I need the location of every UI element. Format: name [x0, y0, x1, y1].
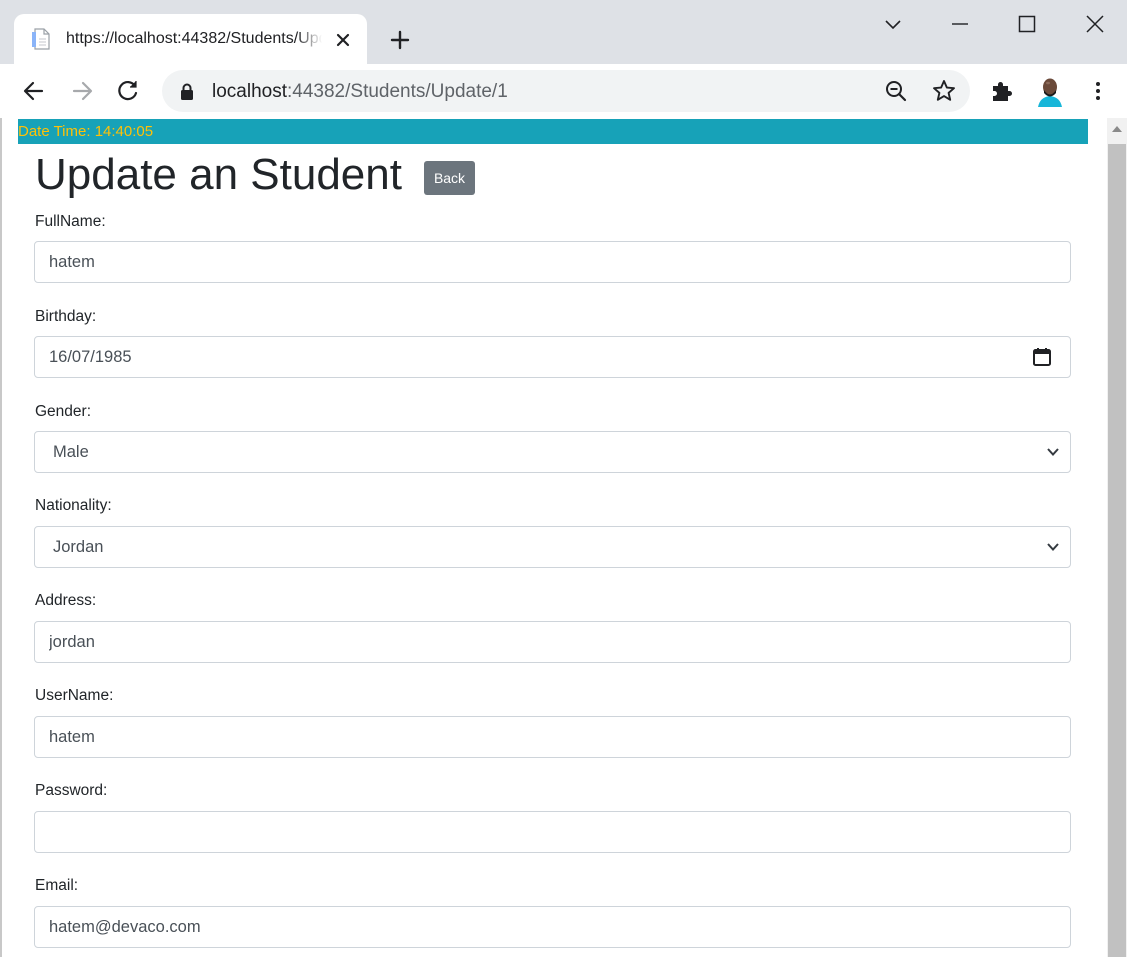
kebab-menu-icon[interactable]: [1084, 77, 1112, 105]
avatar[interactable]: [1035, 75, 1065, 107]
username-label: UserName:: [35, 687, 114, 704]
close-window-icon[interactable]: [1083, 12, 1107, 36]
zoom-out-icon[interactable]: [882, 77, 910, 105]
nationality-label: Nationality:: [35, 497, 112, 514]
birthday-value: 16/07/1985: [49, 348, 132, 366]
gender-select[interactable]: Male: [34, 431, 1071, 473]
fullname-input[interactable]: [34, 241, 1071, 283]
page-title: Update an Student: [35, 150, 402, 199]
extensions-puzzle-icon[interactable]: [988, 77, 1016, 105]
page-icon: [32, 28, 50, 50]
back-button[interactable]: Back: [424, 161, 475, 195]
nationality-selected-value: Jordan: [53, 538, 104, 556]
chevron-down-icon: [1047, 448, 1059, 456]
username-input[interactable]: [34, 716, 1071, 758]
nationality-select[interactable]: Jordan: [34, 526, 1071, 568]
new-tab-plus-icon[interactable]: [386, 26, 414, 54]
birthday-label: Birthday:: [35, 308, 97, 325]
calendar-icon[interactable]: [1032, 347, 1052, 367]
scrollbar-thumb[interactable]: [1108, 144, 1126, 957]
url-host: localhost: [212, 81, 287, 102]
password-label: Password:: [35, 782, 108, 799]
maximize-icon[interactable]: [1015, 12, 1039, 36]
bookmark-star-icon[interactable]: [930, 77, 958, 105]
forward-arrow-icon[interactable]: [68, 77, 96, 105]
tab-close-icon[interactable]: [332, 29, 354, 51]
vertical-scrollbar[interactable]: [1107, 118, 1127, 957]
datetime-banner: Date Time: 14:40:05: [18, 119, 1088, 144]
birthday-date-input[interactable]: 16/07/1985: [34, 336, 1071, 378]
page-viewport: Date Time: 14:40:05 Update an Student Ba…: [0, 118, 1127, 957]
fullname-label: FullName:: [35, 213, 106, 230]
window-left-edge: [0, 118, 2, 957]
browser-tab-active[interactable]: https://localhost:44382/Students/Update/…: [14, 14, 367, 64]
browser-toolbar: localhost:44382/Students/Update/1: [0, 64, 1127, 118]
lock-icon[interactable]: [180, 83, 194, 100]
tab-title: https://localhost:44382/Students/Update/…: [66, 29, 322, 49]
address-url[interactable]: localhost:44382/Students/Update/1: [212, 81, 508, 103]
chevron-down-icon: [1047, 543, 1059, 551]
address-label: Address:: [35, 592, 97, 609]
gender-selected-value: Male: [53, 443, 89, 461]
gender-label: Gender:: [35, 403, 92, 420]
minimize-icon[interactable]: [948, 12, 972, 36]
address-input[interactable]: [34, 621, 1071, 663]
tab-search-chevron-down-icon[interactable]: [881, 12, 905, 36]
address-bar[interactable]: localhost:44382/Students/Update/1: [162, 70, 970, 112]
reload-icon[interactable]: [114, 77, 142, 105]
password-input[interactable]: [34, 811, 1071, 853]
scroll-up-arrow-icon[interactable]: [1112, 126, 1122, 132]
url-path: :44382/Students/Update/1: [287, 81, 508, 102]
email-label: Email:: [35, 877, 79, 894]
email-input[interactable]: [34, 906, 1071, 948]
back-arrow-icon[interactable]: [20, 77, 48, 105]
browser-titlebar: https://localhost:44382/Students/Update/…: [0, 0, 1127, 64]
